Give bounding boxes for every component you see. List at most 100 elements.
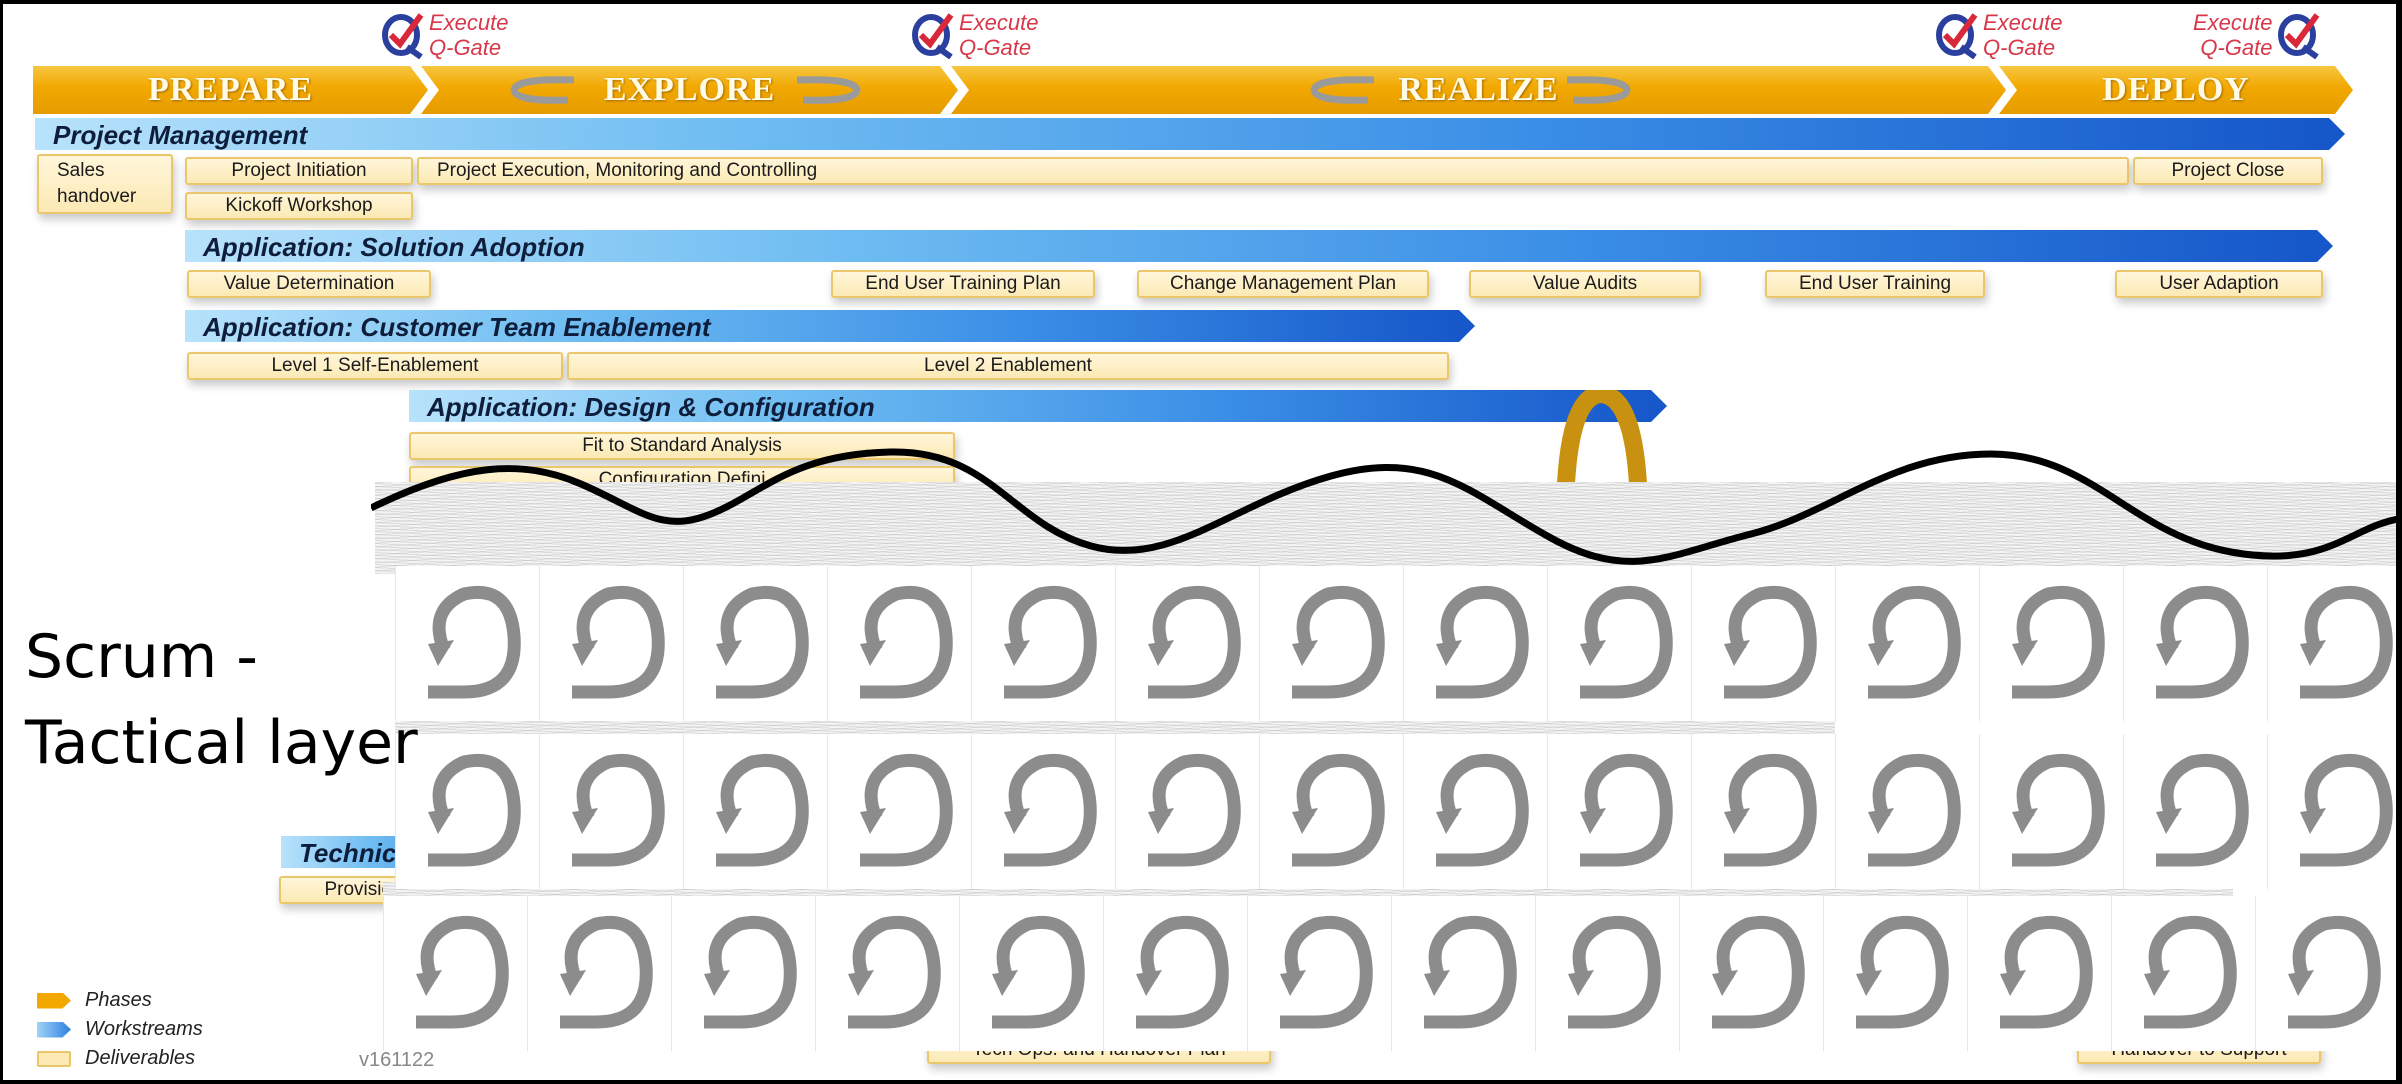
scrum-cycle-tile [2123, 734, 2267, 889]
qgate-1-line2: Q-Gate [429, 35, 502, 60]
phase-label: PREPARE [147, 71, 314, 108]
scrum-cycle-icon [1868, 585, 1961, 699]
scrum-cycle-tile [827, 734, 971, 889]
scrum-cycle-icon [1436, 585, 1529, 699]
iteration-arrow-icon [510, 76, 575, 104]
scrum-cycle-icon [716, 585, 809, 699]
scrum-cycle-tile [1247, 896, 1391, 1051]
scrum-cycle-icon [992, 915, 1085, 1029]
qgate-3-line1: Execute [1983, 10, 2063, 35]
scrum-cycle-icon [704, 915, 797, 1029]
qgate-4-line1: Execute [2193, 10, 2273, 35]
qgate-1-line1: Execute [429, 10, 509, 35]
activate-roadmap-diagram: Execute Q-Gate Execute Q-Gate Execute Q-Gat… [3, 4, 2396, 1080]
legend-label: Workstreams [85, 1018, 203, 1040]
wave-separator-line [371, 448, 2396, 565]
scrum-cycle-icon [1868, 753, 1961, 867]
workstream-customer-team-enablement: Application: Customer Team Enablement [185, 310, 1475, 342]
scrum-cycle-icon [860, 585, 953, 699]
scrum-cycle-icon [1580, 753, 1673, 867]
scrum-cycle-tile [527, 896, 671, 1051]
scrum-cycle-tile [383, 896, 527, 1051]
phase-bar: PREPARE EXPLORE REALIZE DEPLOY [33, 66, 2353, 114]
scrum-cycle-tile [1115, 734, 1259, 889]
scrum-cycle-tile [1391, 896, 1535, 1051]
scrum-cycle-tile [971, 734, 1115, 889]
scrum-cycle-icon [572, 753, 665, 867]
iteration-arrow-icon [1566, 76, 1631, 104]
scrum-cycle-icon [1724, 753, 1817, 867]
scrum-cycle-tile [1259, 566, 1403, 721]
qgate-2-line1: Execute [959, 10, 1039, 35]
scrum-cycle-tile [1535, 896, 1679, 1051]
qgate-2-line2: Q-Gate [959, 35, 1032, 60]
deliverable-value-audits: Value Audits [1469, 270, 1701, 298]
scrum-cycle-tile [1823, 896, 1967, 1051]
scrum-cycle-icon [1424, 915, 1517, 1029]
scrum-cycle-icon [1136, 915, 1229, 1029]
workstream-label: Application: Solution Adoption [203, 232, 585, 262]
qgate-4-line2: Q-Gate [2200, 35, 2273, 60]
scrum-cycle-tile [1967, 896, 2111, 1051]
phase-swatch-icon [37, 992, 71, 1009]
deliverable-change-management-plan: Change Management Plan [1137, 270, 1429, 298]
workstream-design-configuration: Application: Design & Configuration [409, 390, 1667, 422]
workstream-solution-adoption: Application: Solution Adoption [185, 230, 2333, 262]
scrum-cycle-icon [1004, 585, 1097, 699]
scrum-cycle-tile [539, 734, 683, 889]
scrum-cycle-icon [860, 753, 953, 867]
scrum-cycle-icon [416, 915, 509, 1029]
scrum-cycle-tile [1979, 734, 2123, 889]
phase-label: REALIZE [1398, 71, 1559, 108]
deliverable-project-execution: Project Execution, Monitoring and Contro… [417, 157, 2129, 185]
phase-label: EXPLORE [603, 71, 776, 108]
scrum-cycle-icon [1436, 753, 1529, 867]
phase-label: DEPLOY [2102, 71, 2250, 108]
qgate-1: Execute Q-Gate [381, 8, 509, 62]
scrum-cycle-tile [1547, 734, 1691, 889]
scrum-cycle-tile [2267, 734, 2396, 889]
workstream-label: Project Management [53, 120, 308, 150]
legend-item-deliverables: Deliverables [37, 1044, 203, 1073]
scrum-cycle-icon [2288, 915, 2381, 1029]
workstream-swatch-icon [37, 1021, 71, 1038]
scrum-cycle-tile [1115, 566, 1259, 721]
scrum-cycle-tile [683, 734, 827, 889]
qgate-3: Execute Q-Gate [1935, 8, 2063, 62]
qgate-check-icon [2277, 13, 2319, 59]
scrum-cycle-tile [1979, 566, 2123, 721]
scrum-cycle-tile [1835, 734, 1979, 889]
scrum-cycle-icon [2156, 753, 2249, 867]
deliverable-project-close: Project Close [2133, 157, 2323, 185]
scrum-cycle-icon [2012, 585, 2105, 699]
scrum-cycle-tile [2123, 566, 2267, 721]
deliverable-user-adaption: User Adaption [2115, 270, 2323, 298]
scrum-cycle-tile [539, 566, 683, 721]
scrum-cycle-icon [848, 915, 941, 1029]
scrum-cycle-icon [1280, 915, 1373, 1029]
qgate-2: Execute Q-Gate [911, 8, 1039, 62]
scrum-cycle-icon [1148, 753, 1241, 867]
workstream-label: Application: Design & Configuration [427, 392, 875, 422]
scrum-cycle-icon [1580, 585, 1673, 699]
scrum-cycle-tile [1691, 734, 1835, 889]
scrum-cycle-tile [1403, 734, 1547, 889]
phase-prepare: PREPARE [33, 66, 428, 114]
scrum-cycle-icon [572, 585, 665, 699]
scrum-cycle-tile [1403, 566, 1547, 721]
scrum-cycle-tile [1103, 896, 1247, 1051]
scrum-cycle-icon [1292, 585, 1385, 699]
deliverable-project-initiation: Project Initiation [185, 157, 413, 185]
iteration-arrow-icon [1310, 76, 1375, 104]
scrum-tactical-layer-title: Scrum - Tactical layer [25, 622, 418, 778]
phase-deploy: DEPLOY [1999, 66, 2353, 114]
scrum-cycle-tile [1547, 566, 1691, 721]
scrum-cycle-icon [1148, 585, 1241, 699]
scrum-cycle-tile [1835, 566, 1979, 721]
scrum-cycle-icon [1004, 753, 1097, 867]
deliverable-level-2-enablement: Level 2 Enablement [567, 352, 1449, 380]
legend: Phases Workstreams Deliverables [37, 986, 203, 1073]
scrum-cycle-tile [2267, 566, 2396, 721]
scrum-cycle-icon [1568, 915, 1661, 1029]
legend-label: Deliverables [85, 1047, 196, 1069]
